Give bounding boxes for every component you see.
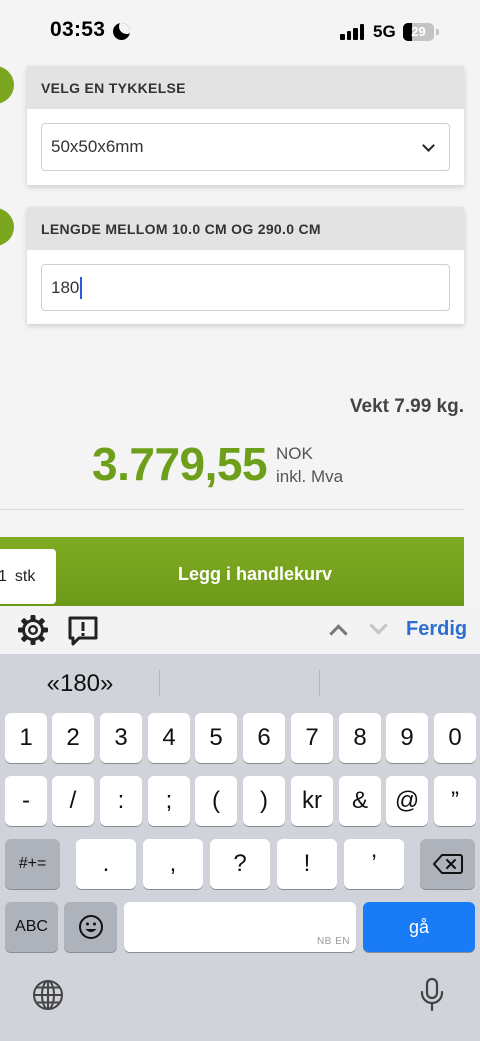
globe-icon[interactable]: [31, 978, 65, 1012]
weight-text: Vekt 7.99 kg.: [349, 396, 464, 417]
key[interactable]: !: [277, 839, 337, 889]
key[interactable]: (: [195, 776, 237, 826]
emoji-key[interactable]: [64, 902, 117, 952]
key[interactable]: 5: [195, 713, 237, 763]
chevron-up-icon[interactable]: [329, 624, 348, 643]
key[interactable]: kr: [291, 776, 333, 826]
key[interactable]: 3: [100, 713, 142, 763]
chevron-down-icon[interactable]: [369, 616, 388, 635]
key[interactable]: 2: [52, 713, 94, 763]
keyboard-accessory-bar: Ferdig: [0, 606, 480, 654]
length-input[interactable]: 180: [41, 264, 450, 311]
divider: [0, 509, 464, 510]
chevron-down-icon: [422, 139, 435, 152]
feedback-icon[interactable]: [66, 614, 100, 648]
done-button[interactable]: Ferdig: [406, 618, 467, 641]
suggestion-divider: [159, 670, 160, 696]
length-input-value: 180: [51, 277, 80, 297]
quantity-field[interactable]: 1 stk: [0, 549, 56, 604]
quantity-unit: stk: [14, 567, 36, 585]
price-vat-note: inkl. Mva: [276, 467, 344, 486]
text-cursor: [80, 276, 83, 299]
key[interactable]: 0: [434, 713, 476, 763]
length-header: LENGDE MELLOM 10.0 CM OG 290.0 CM: [27, 207, 464, 250]
key[interactable]: 7: [291, 713, 333, 763]
add-to-cart-bar: 1 stk Legg i handlekurv: [0, 537, 464, 606]
backspace-icon: [432, 854, 463, 874]
key[interactable]: ,: [143, 839, 203, 889]
network-label: 5G: [373, 22, 396, 41]
status-bar: 03:53 5G 29: [0, 0, 480, 66]
add-to-cart-button[interactable]: Legg i handlekurv: [178, 564, 332, 585]
key[interactable]: :: [100, 776, 142, 826]
key[interactable]: ’: [344, 839, 404, 889]
key[interactable]: .: [76, 839, 136, 889]
status-time: 03:53: [50, 18, 106, 41]
step-indicator-length: [0, 208, 14, 246]
symbols-key[interactable]: #+=: [5, 839, 60, 889]
microphone-icon[interactable]: [418, 977, 446, 1013]
price-value: 3.779,55: [92, 438, 268, 490]
moon-icon: [113, 23, 130, 40]
space-key[interactable]: NB EN: [124, 902, 356, 952]
key[interactable]: 1: [5, 713, 47, 763]
length-card: LENGDE MELLOM 10.0 CM OG 290.0 CM 180: [27, 207, 464, 324]
key[interactable]: ?: [210, 839, 270, 889]
gear-icon[interactable]: [17, 614, 49, 646]
battery-cap: [436, 29, 439, 35]
thickness-select[interactable]: 50x50x6mm: [41, 123, 450, 171]
go-key[interactable]: gå: [363, 902, 475, 952]
key[interactable]: -: [5, 776, 47, 826]
emoji-icon: [78, 915, 103, 939]
thickness-header: VELG EN TYKKELSE: [27, 66, 464, 109]
backspace-key[interactable]: [420, 839, 475, 889]
battery-icon: 29: [403, 23, 434, 41]
step-indicator-thickness: [0, 66, 14, 104]
price-currency: NOK: [276, 444, 313, 463]
key[interactable]: 8: [339, 713, 381, 763]
thickness-card: VELG EN TYKKELSE 50x50x6mm: [27, 66, 464, 185]
key[interactable]: 9: [386, 713, 428, 763]
suggestion-divider: [319, 670, 320, 696]
key[interactable]: ”: [434, 776, 476, 826]
key[interactable]: ;: [148, 776, 190, 826]
keyboard-language-hint: NB EN: [316, 936, 350, 947]
battery-level: 29: [411, 24, 426, 39]
key[interactable]: /: [52, 776, 94, 826]
signal-icon: [340, 24, 365, 40]
key[interactable]: ): [243, 776, 285, 826]
abc-key[interactable]: ABC: [5, 902, 58, 952]
autocomplete-suggestion[interactable]: «180»: [0, 670, 160, 698]
key[interactable]: 4: [148, 713, 190, 763]
numeric-keyboard: «180» 1 2 3 4 5 6 7 8 9 0 - / : ; ( ) kr…: [0, 654, 480, 1041]
thickness-selected-value: 50x50x6mm: [51, 137, 144, 156]
key[interactable]: @: [386, 776, 428, 826]
quantity-value: 1: [0, 567, 7, 585]
key[interactable]: 6: [243, 713, 285, 763]
key[interactable]: &: [339, 776, 381, 826]
